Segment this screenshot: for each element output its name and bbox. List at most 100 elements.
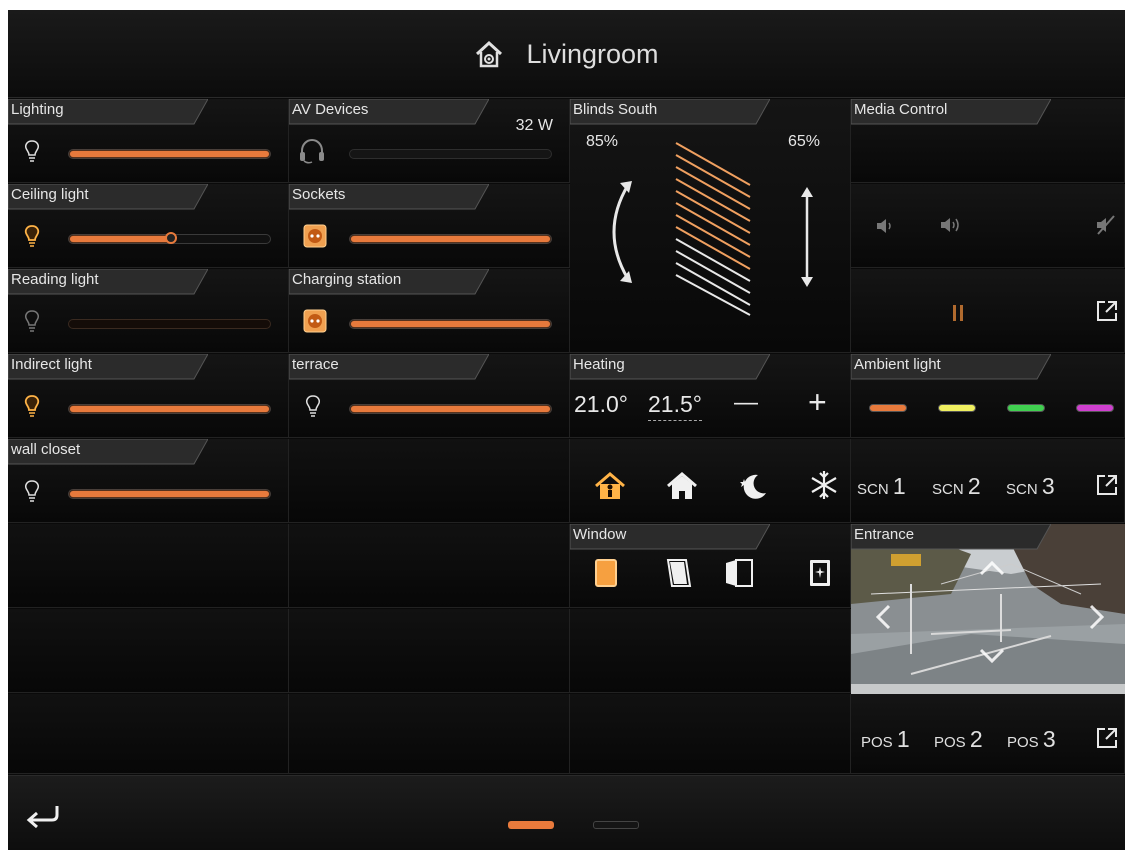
- tile-label: Ceiling light: [11, 186, 89, 203]
- tile-entrance-camera[interactable]: Entrance: [851, 524, 1125, 694]
- window-tilted-icon[interactable]: [666, 558, 692, 588]
- raise-lower-icon[interactable]: [797, 185, 817, 289]
- tile-tab: Ambient light: [851, 354, 1051, 380]
- tile-label: Window: [573, 526, 627, 543]
- camera-position-3-button[interactable]: POS 3: [1007, 726, 1056, 753]
- night-mode-icon[interactable]: [736, 469, 770, 503]
- scene-3-button[interactable]: SCN 3: [1006, 473, 1055, 500]
- open-external-icon[interactable]: [1095, 473, 1119, 497]
- tile-tab: Media Control: [851, 99, 1051, 125]
- camera-pan-right-icon[interactable]: [1089, 604, 1105, 630]
- blind-position-value: 65%: [788, 133, 821, 150]
- camera-position-2-button[interactable]: POS 2: [934, 726, 983, 753]
- power-reading: 32 W: [515, 117, 553, 134]
- tile-lighting[interactable]: Lighting: [8, 99, 289, 183]
- switch-slider[interactable]: [349, 319, 552, 329]
- tile-label: Sockets: [292, 186, 346, 203]
- decrease-button[interactable]: —: [734, 389, 758, 417]
- rotate-slats-icon[interactable]: [598, 177, 638, 287]
- tile-label: Heating: [573, 356, 625, 373]
- bulb-icon: [306, 395, 320, 417]
- tile-label: Ambient light: [854, 356, 941, 373]
- dimmer-slider[interactable]: [68, 232, 271, 244]
- tile-av-devices[interactable]: AV Devices 32 W: [289, 99, 570, 183]
- tile-ceiling-light[interactable]: Ceiling light: [8, 184, 289, 268]
- frost-protection-icon[interactable]: [808, 469, 840, 501]
- tile-wall-closet[interactable]: wall closet: [8, 439, 289, 523]
- empty-tile: [570, 609, 851, 693]
- bulb-on-icon: [24, 395, 40, 417]
- color-swatch-orange[interactable]: [869, 404, 907, 412]
- volume-slider[interactable]: [349, 149, 552, 159]
- dimmer-slider[interactable]: [68, 149, 271, 159]
- tile-label: wall closet: [11, 441, 81, 458]
- color-swatch-yellow[interactable]: [938, 404, 976, 412]
- page-indicator[interactable]: [593, 821, 639, 829]
- socket-icon: [303, 224, 327, 248]
- tile-tab: Heating: [570, 354, 770, 380]
- empty-tile: [289, 694, 570, 774]
- scene-2-button[interactable]: SCN 2: [932, 473, 981, 500]
- slat-angle-value: 85%: [586, 133, 619, 150]
- page-indicator-active[interactable]: [508, 821, 554, 829]
- tile-tab: Reading light: [8, 269, 208, 295]
- empty-tile: [8, 694, 289, 774]
- camera-tilt-up-icon[interactable]: [979, 560, 1005, 576]
- comfort-mode-icon[interactable]: [594, 471, 626, 501]
- camera-pan-left-icon[interactable]: [875, 604, 891, 630]
- open-external-icon[interactable]: [1095, 299, 1119, 323]
- bulb-on-icon: [24, 225, 40, 247]
- tile-label: terrace: [292, 356, 339, 373]
- socket-icon: [303, 309, 327, 333]
- camera-tilt-down-icon[interactable]: [979, 648, 1005, 664]
- footer-bar: [8, 775, 1125, 850]
- increase-button[interactable]: +: [808, 384, 827, 421]
- open-external-icon[interactable]: [1095, 726, 1119, 750]
- home-settings-icon: [476, 40, 503, 68]
- dimmer-slider[interactable]: [68, 404, 271, 414]
- ambient-scenes-row: SCN 1 SCN 2 SCN 3: [851, 439, 1125, 523]
- window-open-icon[interactable]: [724, 558, 754, 588]
- dimmer-slider[interactable]: [349, 404, 552, 414]
- tile-tab: Blinds South: [570, 99, 770, 125]
- tile-label: AV Devices: [292, 101, 369, 118]
- mute-icon[interactable]: [1094, 214, 1116, 236]
- tile-tab: Ceiling light: [8, 184, 208, 210]
- switch-slider[interactable]: [349, 234, 552, 244]
- back-arrow-icon[interactable]: [26, 804, 60, 828]
- standby-mode-icon[interactable]: [666, 471, 698, 501]
- tile-charging-station[interactable]: Charging station: [289, 269, 570, 353]
- color-swatch-green[interactable]: [1007, 404, 1045, 412]
- tile-sockets[interactable]: Sockets: [289, 184, 570, 268]
- volume-up-icon[interactable]: [939, 214, 965, 236]
- tile-window[interactable]: Window: [570, 524, 851, 608]
- tile-media-control[interactable]: Media Control: [851, 99, 1125, 183]
- tile-indirect-light[interactable]: Indirect light: [8, 354, 289, 438]
- slider-knob[interactable]: [165, 232, 177, 244]
- tile-blinds-south[interactable]: Blinds South 85% 65%: [570, 99, 851, 353]
- tile-tab: Indirect light: [8, 354, 208, 380]
- tile-label: Charging station: [292, 271, 402, 288]
- dimmer-slider[interactable]: [68, 319, 271, 329]
- tile-tab: wall closet: [8, 439, 208, 465]
- window-closed-icon[interactable]: [594, 558, 618, 588]
- color-swatch-magenta[interactable]: [1076, 404, 1114, 412]
- tile-tab: Sockets: [289, 184, 489, 210]
- tile-heating[interactable]: Heating 21.0° 21.5° — +: [570, 354, 851, 438]
- pause-icon[interactable]: [952, 303, 964, 323]
- camera-position-1-button[interactable]: POS 1: [861, 726, 910, 753]
- volume-down-icon[interactable]: [875, 216, 895, 236]
- bulb-off-icon: [25, 310, 39, 332]
- tile-label: Entrance: [854, 526, 915, 543]
- setpoint-temperature[interactable]: 21.5°: [648, 391, 702, 421]
- tile-ambient-light[interactable]: Ambient light: [851, 354, 1125, 438]
- empty-tile: [570, 694, 851, 774]
- scene-1-button[interactable]: SCN 1: [857, 473, 906, 500]
- tile-label: Lighting: [11, 101, 64, 118]
- tile-terrace[interactable]: terrace: [289, 354, 570, 438]
- dimmer-slider[interactable]: [68, 489, 271, 499]
- window-alarm-icon[interactable]: [808, 558, 832, 588]
- visualization-frame: Livingroom Lighting Ceiling light Readin…: [8, 10, 1125, 850]
- tile-reading-light[interactable]: Reading light: [8, 269, 289, 353]
- headphones-icon: [300, 138, 324, 164]
